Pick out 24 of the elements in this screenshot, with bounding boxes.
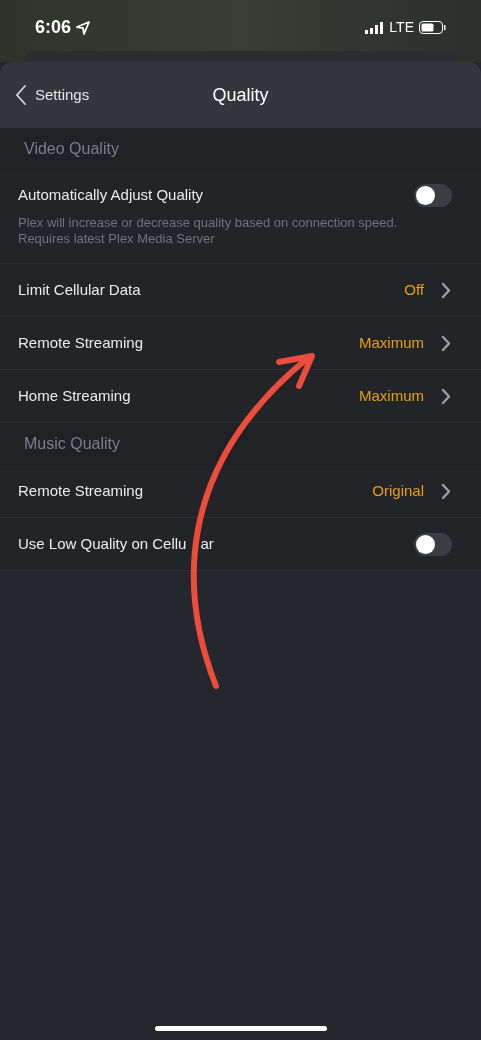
row-label: Use Low Quality on Cellu <box>18 533 187 554</box>
battery-icon <box>419 21 446 34</box>
clock-time: 6:06 <box>35 16 72 39</box>
row-value: Maximum <box>359 385 424 406</box>
back-button[interactable]: Settings <box>0 83 90 107</box>
row-value: Off <box>404 279 424 300</box>
toggle-switch[interactable] <box>414 532 452 556</box>
row-description: Plex will increase or decrease quality based on connection speed. Requires latest Plex Media Server <box>18 215 399 247</box>
row-value: Original <box>372 480 424 501</box>
section-header: Music Quality <box>24 434 121 454</box>
chevron-right-icon <box>441 281 451 299</box>
location-arrow-icon <box>76 20 91 35</box>
row-label: Automatically Adjust Quality <box>18 185 204 206</box>
section-header: Video Quality <box>24 139 119 159</box>
screen-title: Quality <box>212 83 269 107</box>
row-label-end: ar <box>200 533 214 554</box>
chevron-right-icon <box>441 387 451 405</box>
back-chevron-icon <box>15 84 27 106</box>
chevron-right-icon <box>441 334 451 352</box>
network-label: LTE <box>389 18 414 37</box>
chevron-right-icon <box>441 482 451 500</box>
toggle-switch[interactable] <box>414 184 452 207</box>
signal-icon <box>365 21 385 34</box>
row-value: Maximum <box>359 332 424 353</box>
